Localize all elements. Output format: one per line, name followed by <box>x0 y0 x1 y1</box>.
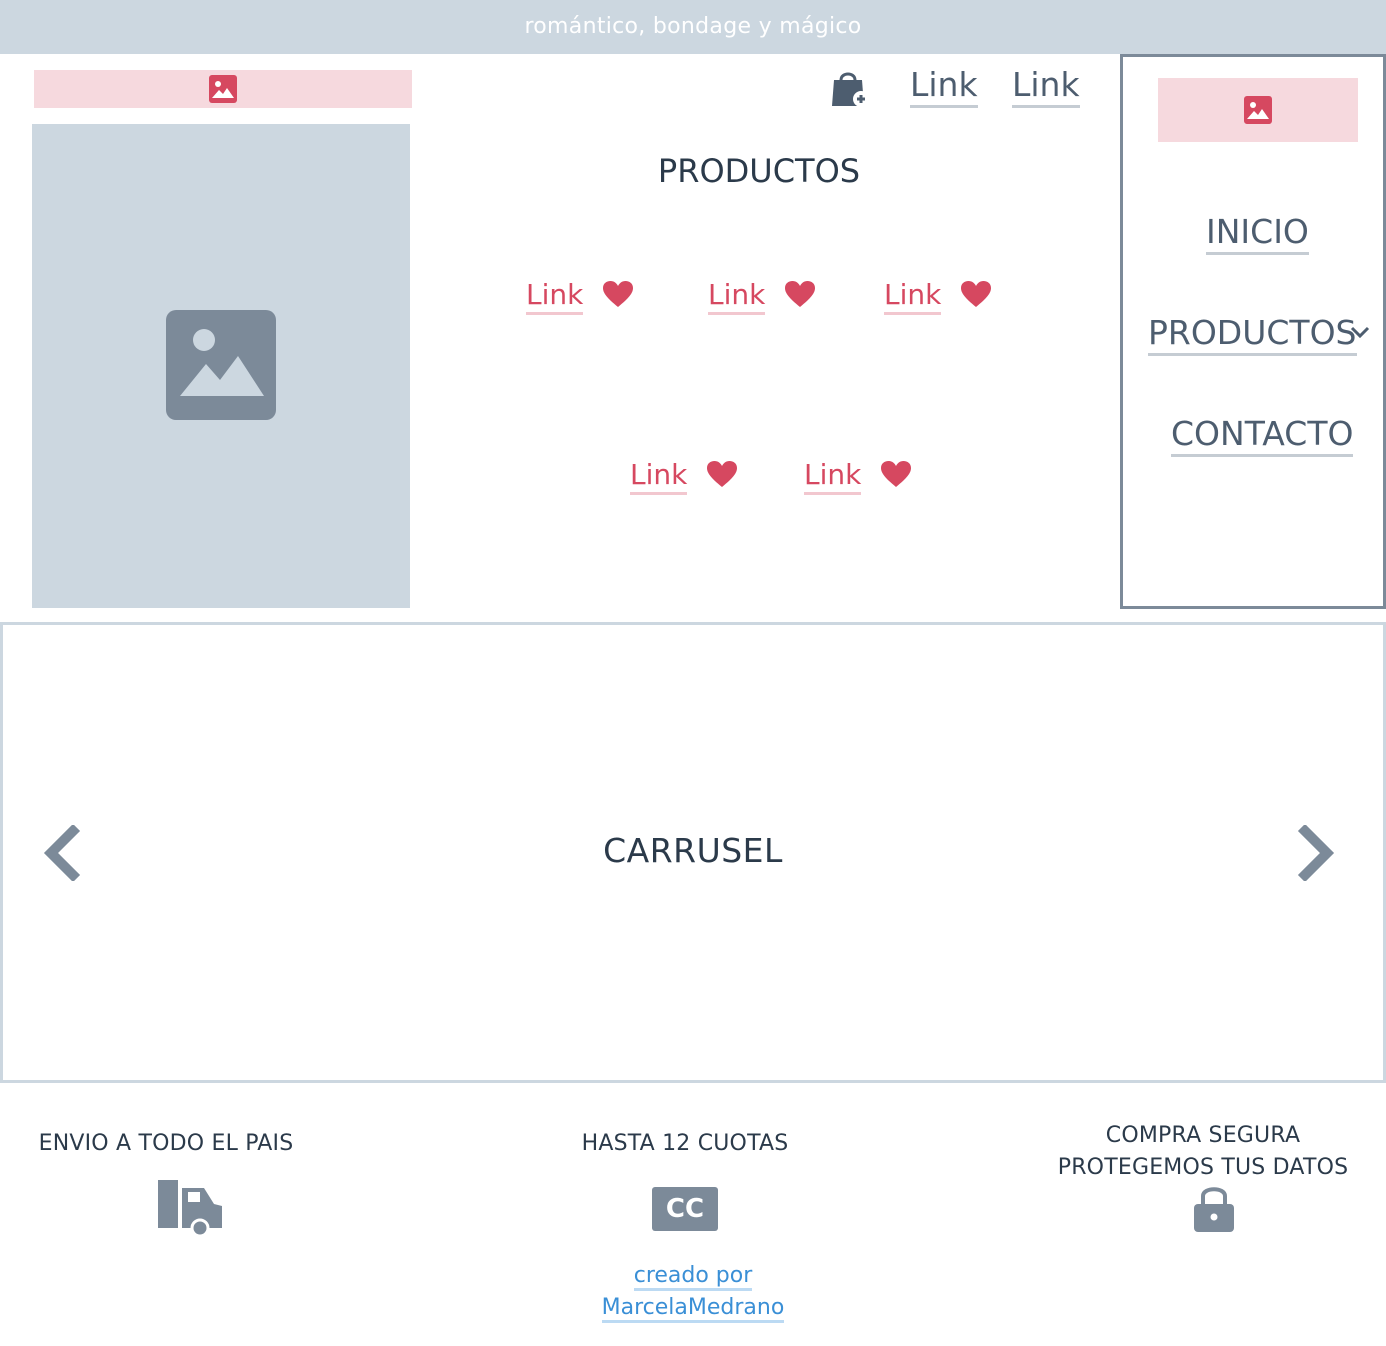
product-link-1[interactable]: Link <box>526 278 584 315</box>
nav-item-contacto[interactable]: CONTACTO <box>1171 414 1354 457</box>
header-link-1[interactable]: Link <box>910 66 978 108</box>
feature-secure-text-1: COMPRA SEGURA <box>1105 1123 1301 1148</box>
top-banner: romántico, bondage y mágico <box>0 0 1386 54</box>
nav-item-inicio[interactable]: INICIO <box>1206 212 1309 255</box>
logo-banner[interactable] <box>34 70 412 108</box>
credit-card-icon: CC <box>652 1187 718 1231</box>
heart-icon[interactable] <box>602 280 634 308</box>
hero-image-placeholder <box>32 124 410 608</box>
feature-secure-text-2: PROTEGEMOS TUS DATOS <box>1057 1155 1349 1180</box>
sidebar-menu: INICIO PRODUCTOS CONTACTO <box>1120 54 1386 609</box>
feature-shipping-text: ENVIO A TODO EL PAIS <box>38 1131 294 1156</box>
heart-icon[interactable] <box>880 460 912 488</box>
chevron-right-icon[interactable] <box>1293 825 1337 881</box>
tagline: romántico, bondage y mágico <box>524 14 862 39</box>
heart-icon[interactable] <box>784 280 816 308</box>
product-link-5[interactable]: Link <box>804 458 862 495</box>
truck-icon <box>158 1180 222 1236</box>
shopping-bag-add-icon[interactable] <box>830 68 870 110</box>
chevron-down-icon[interactable] <box>1349 325 1371 339</box>
product-link-4[interactable]: Link <box>630 458 688 495</box>
feature-installments-text: HASTA 12 CUOTAS <box>581 1131 789 1156</box>
product-link-2[interactable]: Link <box>708 278 766 315</box>
product-link-3[interactable]: Link <box>884 278 942 315</box>
credit-line-2[interactable]: MarcelaMedrano <box>601 1295 785 1323</box>
nav-item-productos[interactable]: PRODUCTOS <box>1148 313 1357 356</box>
image-icon <box>209 75 237 103</box>
heart-icon[interactable] <box>960 280 992 308</box>
heart-icon[interactable] <box>706 460 738 488</box>
products-title: PRODUCTOS <box>657 152 861 190</box>
lock-icon <box>1194 1187 1234 1232</box>
carousel: CARRUSEL <box>0 622 1386 1083</box>
image-placeholder-icon <box>166 310 276 420</box>
image-icon <box>1244 96 1272 124</box>
header-link-2[interactable]: Link <box>1012 66 1080 108</box>
carousel-title: CARRUSEL <box>603 831 783 870</box>
credit-line-1[interactable]: creado por <box>633 1263 753 1291</box>
sidebar-logo[interactable] <box>1158 78 1358 142</box>
credit-text[interactable]: creado por MarcelaMedrano <box>560 1260 826 1324</box>
